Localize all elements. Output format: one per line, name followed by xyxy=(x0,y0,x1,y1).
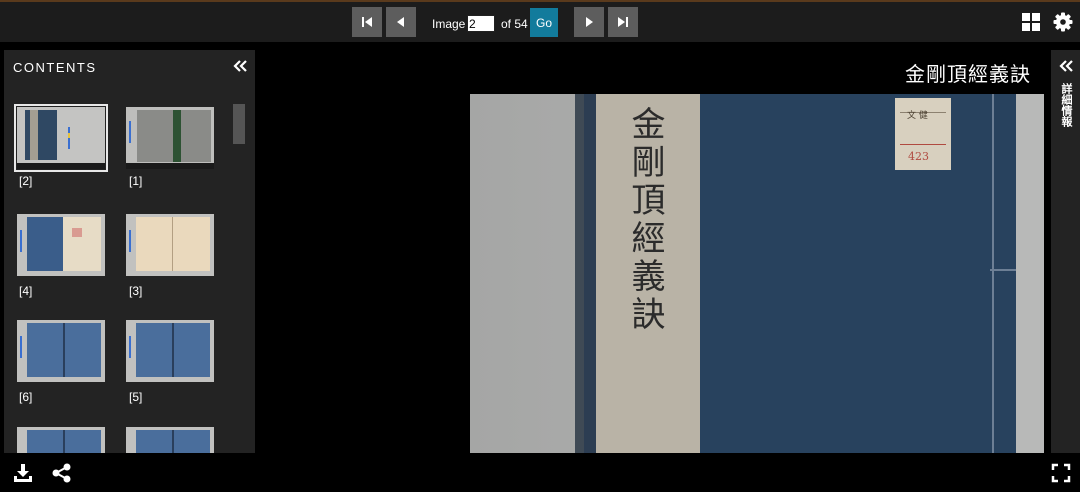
last-page-icon xyxy=(618,17,628,27)
double-chevron-left-icon[interactable] xyxy=(1058,58,1074,74)
thumbnail-image xyxy=(17,427,105,453)
thumbnail-image xyxy=(17,320,105,382)
thumbnail-image xyxy=(126,214,214,276)
first-page-button[interactable] xyxy=(352,7,382,37)
thumbnail-label: [4] xyxy=(19,284,33,298)
thumbnail-2[interactable] xyxy=(14,104,108,172)
next-page-icon xyxy=(586,17,593,27)
spine-title: 金剛頂經義訣 xyxy=(625,106,665,334)
page-number-input[interactable] xyxy=(467,15,495,32)
prev-page-icon xyxy=(397,17,404,27)
details-panel-label[interactable]: 詳細情報 xyxy=(1058,83,1072,127)
viewer-toolbar: Image of 54 Go xyxy=(0,2,1080,42)
thumbnail-1[interactable] xyxy=(126,107,214,169)
last-page-button[interactable] xyxy=(608,7,638,37)
thumbnail-3[interactable] xyxy=(126,214,214,276)
thumbnail-5[interactable] xyxy=(126,320,214,382)
thumbnail-image xyxy=(126,320,214,382)
thumbnail-7[interactable] xyxy=(126,427,214,453)
double-chevron-left-icon[interactable] xyxy=(232,58,248,74)
thumbnail-label: [6] xyxy=(19,390,33,404)
fullscreen-icon[interactable] xyxy=(1050,462,1072,484)
thumbnail-image xyxy=(126,107,214,169)
thumbnail-4[interactable] xyxy=(17,214,105,276)
thumbnail-image xyxy=(17,107,105,169)
next-page-button[interactable] xyxy=(574,7,604,37)
grid-view-icon[interactable] xyxy=(1021,12,1041,32)
image-viewer[interactable]: 金剛頂經義訣 文 健 423 xyxy=(470,94,1044,453)
page-count-label: of 54 xyxy=(501,17,528,31)
thumbnail-image xyxy=(126,427,214,453)
thumbnail-scrollbar-track[interactable] xyxy=(233,104,245,449)
thumbnail-6[interactable] xyxy=(17,320,105,382)
catalog-label-tag: 文 健 xyxy=(907,111,928,121)
thumbnail-image xyxy=(17,214,105,276)
book-cover-image xyxy=(470,94,1044,453)
thumbnail-label: [1] xyxy=(129,174,143,188)
thumbnail-8[interactable] xyxy=(17,427,105,453)
catalog-label-number: 423 xyxy=(908,150,929,163)
thumbnail-label: [3] xyxy=(129,284,143,298)
thumbnail-label: [5] xyxy=(129,390,143,404)
thumbnail-scrollbar[interactable] xyxy=(233,104,245,144)
contents-sidebar: CONTENTS [2] [1] [4] [3] [6] [5] xyxy=(4,50,255,453)
first-page-icon xyxy=(362,17,372,27)
go-button[interactable]: Go xyxy=(530,8,558,37)
prev-page-button[interactable] xyxy=(386,7,416,37)
download-icon[interactable] xyxy=(12,462,34,484)
gear-icon[interactable] xyxy=(1053,12,1073,32)
details-panel: 詳細情報 xyxy=(1051,50,1080,453)
share-icon[interactable] xyxy=(51,462,73,484)
document-title: 金剛頂經義訣 xyxy=(905,64,1031,86)
sidebar-title: CONTENTS xyxy=(13,60,97,75)
image-label: Image xyxy=(432,17,466,31)
thumbnail-label: [2] xyxy=(19,174,33,188)
